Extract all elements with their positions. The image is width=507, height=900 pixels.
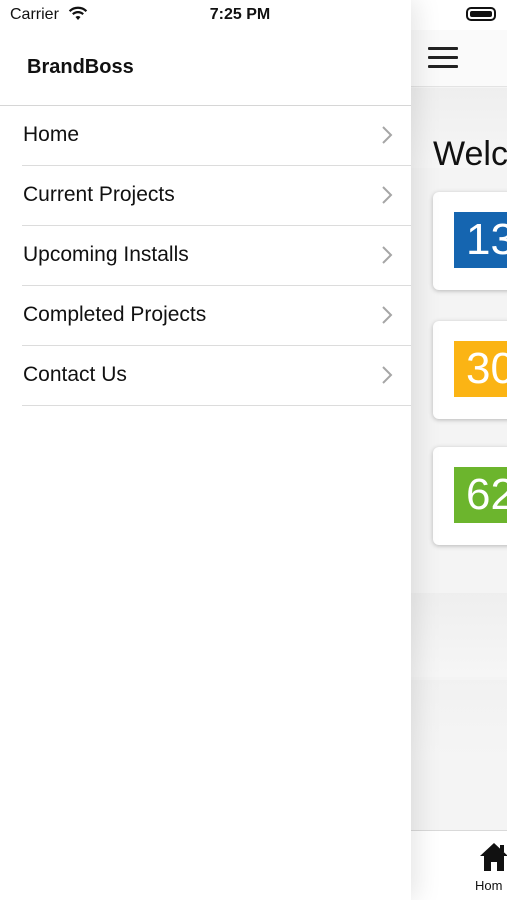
drawer-title: BrandBoss xyxy=(27,56,134,78)
background-watermark xyxy=(411,680,507,760)
stat-card[interactable]: 62 xyxy=(433,447,507,545)
drawer-menu: Home Current Projects Upcoming Installs … xyxy=(22,106,411,406)
background-watermark xyxy=(411,593,507,677)
stat-value-badge: 62 xyxy=(454,467,507,523)
menu-item-label: Completed Projects xyxy=(23,303,207,326)
stat-value-badge: 30 xyxy=(454,341,507,397)
menu-item-label: Home xyxy=(23,123,80,146)
chevron-right-icon xyxy=(382,246,393,264)
menu-item-label: Upcoming Installs xyxy=(23,243,189,266)
main-top-bar xyxy=(411,30,507,87)
status-bar: Carrier 7:25 PM xyxy=(0,0,507,30)
home-icon[interactable] xyxy=(479,841,507,873)
side-drawer: BrandBoss Home Current Projects Upcoming… xyxy=(0,0,411,900)
menu-item-completed-projects[interactable]: Completed Projects xyxy=(22,286,411,346)
menu-item-upcoming-installs[interactable]: Upcoming Installs xyxy=(22,226,411,286)
stat-card[interactable]: 13 xyxy=(433,192,507,290)
main-content: Welc 13 30 62 Hom xyxy=(411,30,507,900)
chevron-right-icon xyxy=(382,126,393,144)
bottom-tab-bar: Hom xyxy=(411,830,507,900)
menu-item-current-projects[interactable]: Current Projects xyxy=(22,166,411,226)
chevron-right-icon xyxy=(382,366,393,384)
menu-item-label: Current Projects xyxy=(23,183,175,206)
chevron-right-icon xyxy=(382,306,393,324)
menu-item-home[interactable]: Home xyxy=(22,106,411,166)
stat-value-badge: 13 xyxy=(454,212,507,268)
hamburger-menu-icon[interactable] xyxy=(428,47,458,68)
home-tab-label[interactable]: Hom xyxy=(475,878,502,893)
battery-icon xyxy=(466,7,496,21)
menu-item-contact-us[interactable]: Contact Us xyxy=(22,346,411,406)
clock: 7:25 PM xyxy=(209,6,271,23)
welcome-heading: Welc xyxy=(433,135,507,173)
chevron-right-icon xyxy=(382,186,393,204)
stat-card[interactable]: 30 xyxy=(433,321,507,419)
menu-item-label: Contact Us xyxy=(23,363,127,386)
